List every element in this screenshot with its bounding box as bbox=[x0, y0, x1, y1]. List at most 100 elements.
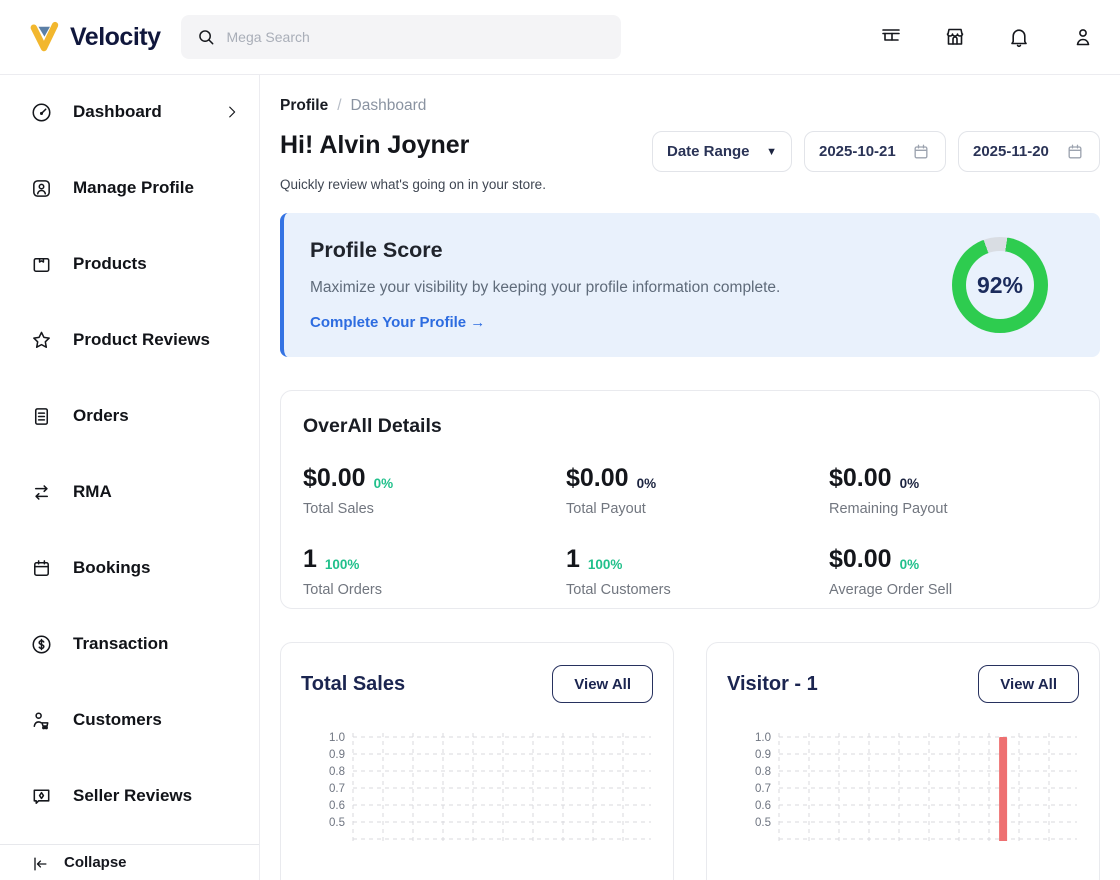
sidebar: Dashboard Manage Profile Products Produc… bbox=[0, 75, 260, 880]
sidebar-item-dashboard[interactable]: Dashboard bbox=[0, 89, 259, 135]
stat-total-payout: $0.00 0% Total Payout bbox=[566, 464, 829, 517]
sidebar-item-label: Seller Reviews bbox=[73, 786, 193, 805]
visitor-chart: 1.0 0.9 0.8 0.7 0.6 0.5 bbox=[755, 732, 1077, 841]
profile-score-value: 92% bbox=[976, 271, 1024, 298]
sidebar-item-label: Orders bbox=[73, 406, 129, 425]
stat-label: Remaining Payout bbox=[829, 501, 948, 517]
chevron-right-icon bbox=[223, 103, 241, 121]
main-content: Profile / Dashboard Hi! Alvin Joyner Qui… bbox=[260, 75, 1120, 880]
star-icon bbox=[30, 329, 53, 352]
collapse-label: Collapse bbox=[64, 854, 127, 871]
stat-value: 1 bbox=[303, 545, 317, 573]
date-filters: Date Range ▼ 2025-10-21 2025-11-20 bbox=[652, 131, 1100, 172]
caret-down-icon: ▼ bbox=[766, 145, 777, 158]
sidebar-item-customers[interactable]: Customers bbox=[0, 697, 259, 743]
svg-text:0.5: 0.5 bbox=[329, 817, 345, 829]
stat-percent: 0% bbox=[899, 557, 920, 572]
page-title: Hi! Alvin Joyner bbox=[280, 131, 470, 159]
total-sales-chart-card: Total Sales View All 1.0 0.9 0.8 0.7 0.6 0.5 bbox=[280, 642, 674, 880]
topbar: Velocity bbox=[0, 0, 1120, 75]
overall-details-title: OverAll Details bbox=[303, 415, 442, 437]
customer-cart-icon bbox=[30, 709, 53, 732]
sidebar-item-seller-reviews[interactable]: Seller Reviews bbox=[0, 773, 259, 819]
total-sales-view-all-button[interactable]: View All bbox=[552, 665, 653, 703]
complete-profile-link[interactable]: Complete Your Profile → bbox=[310, 314, 485, 331]
visitor-view-all-button[interactable]: View All bbox=[978, 665, 1079, 703]
stat-percent: 0% bbox=[899, 476, 920, 491]
start-date-value: 2025-10-21 bbox=[819, 143, 896, 160]
stat-label: Total Customers bbox=[566, 582, 671, 598]
bell-icon[interactable] bbox=[1006, 24, 1032, 50]
svg-text:0.7: 0.7 bbox=[329, 783, 345, 795]
profile-score-donut: 92% bbox=[952, 237, 1048, 333]
review-bubble-icon bbox=[30, 785, 53, 808]
end-date-value: 2025-11-20 bbox=[973, 143, 1049, 160]
sidebar-item-orders[interactable]: Orders bbox=[0, 393, 259, 439]
date-range-select[interactable]: Date Range ▼ bbox=[652, 131, 792, 172]
profile-score-title: Profile Score bbox=[310, 238, 443, 263]
sidebar-item-products[interactable]: Products bbox=[0, 241, 259, 287]
store-icon[interactable] bbox=[942, 24, 968, 50]
sidebar-item-bookings[interactable]: Bookings bbox=[0, 545, 259, 591]
sidebar-item-transaction[interactable]: Transaction bbox=[0, 621, 259, 667]
sidebar-item-label: Bookings bbox=[73, 558, 151, 577]
stat-average-order-sell: $0.00 0% Average Order Sell bbox=[829, 545, 1077, 598]
stat-total-orders: 1 100% Total Orders bbox=[303, 545, 566, 598]
storefront-icon[interactable] bbox=[878, 24, 904, 50]
dollar-circle-icon bbox=[30, 633, 53, 656]
user-icon[interactable] bbox=[1070, 24, 1096, 50]
stat-value: $0.00 bbox=[829, 545, 892, 573]
svg-text:1.0: 1.0 bbox=[329, 732, 345, 744]
user-card-icon bbox=[30, 177, 53, 200]
breadcrumb: Profile / Dashboard bbox=[280, 97, 1100, 115]
stat-label: Total Sales bbox=[303, 501, 374, 517]
sidebar-item-label: Customers bbox=[73, 710, 162, 729]
stat-value: $0.00 bbox=[303, 464, 366, 492]
sidebar-item-rma[interactable]: RMA bbox=[0, 469, 259, 515]
topbar-actions bbox=[878, 24, 1096, 50]
svg-text:0.8: 0.8 bbox=[329, 766, 345, 778]
sidebar-item-manage-profile[interactable]: Manage Profile bbox=[0, 165, 259, 211]
visitor-chart-title: Visitor - 1 bbox=[727, 672, 818, 695]
stat-percent: 100% bbox=[587, 557, 623, 572]
velocity-logo-icon bbox=[26, 20, 62, 54]
logo-text: Velocity bbox=[70, 22, 161, 51]
sidebar-item-label: Products bbox=[73, 254, 147, 273]
stat-percent: 0% bbox=[636, 476, 657, 491]
page-subtitle: Quickly review what's going on in your s… bbox=[280, 177, 546, 192]
stat-value: $0.00 bbox=[829, 464, 892, 492]
calendar-icon bbox=[1065, 142, 1085, 162]
stat-total-sales: $0.00 0% Total Sales bbox=[303, 464, 566, 517]
stats-grid: $0.00 0% Total Sales $0.00 0% Total Payo… bbox=[303, 464, 1077, 598]
svg-text:1.0: 1.0 bbox=[755, 732, 771, 744]
stat-total-customers: 1 100% Total Customers bbox=[566, 545, 829, 598]
sidebar-collapse-button[interactable]: Collapse bbox=[0, 844, 259, 880]
sidebar-item-label: Dashboard bbox=[73, 102, 162, 121]
calendar-icon bbox=[30, 557, 53, 580]
overall-details-card: OverAll Details $0.00 0% Total Sales $0.… bbox=[280, 390, 1100, 609]
charts-row: Total Sales View All 1.0 0.9 0.8 0.7 0.6 0.5 … bbox=[280, 642, 1100, 880]
velocity-logo[interactable]: Velocity bbox=[26, 20, 161, 54]
end-date-input[interactable]: 2025-11-20 bbox=[958, 131, 1100, 172]
breadcrumb-profile[interactable]: Profile bbox=[280, 97, 328, 115]
start-date-input[interactable]: 2025-10-21 bbox=[804, 131, 946, 172]
sidebar-item-label: Manage Profile bbox=[73, 178, 194, 197]
search-icon bbox=[195, 26, 217, 48]
stat-label: Average Order Sell bbox=[829, 582, 953, 598]
svg-text:0.6: 0.6 bbox=[329, 800, 345, 812]
total-sales-chart-title: Total Sales bbox=[301, 672, 406, 695]
stat-percent: 0% bbox=[373, 476, 394, 491]
visitor-chart-card: Visitor - 1 View All 1.0 0.9 0.8 0.7 0.6 0.5 bbox=[706, 642, 1100, 880]
mega-search[interactable] bbox=[180, 15, 621, 59]
svg-text:0.8: 0.8 bbox=[755, 766, 771, 778]
search-input[interactable] bbox=[226, 29, 607, 45]
exchange-arrows-icon bbox=[30, 481, 53, 504]
sidebar-item-product-reviews[interactable]: Product Reviews bbox=[0, 317, 259, 363]
profile-score-description: Maximize your visibility by keeping your… bbox=[310, 279, 781, 297]
svg-text:0.9: 0.9 bbox=[755, 749, 771, 761]
date-range-label: Date Range bbox=[667, 143, 750, 160]
stat-label: Total Payout bbox=[566, 501, 646, 517]
stat-remaining-payout: $0.00 0% Remaining Payout bbox=[829, 464, 1077, 517]
sidebar-item-label: Product Reviews bbox=[73, 330, 210, 349]
svg-text:0.7: 0.7 bbox=[755, 783, 771, 795]
